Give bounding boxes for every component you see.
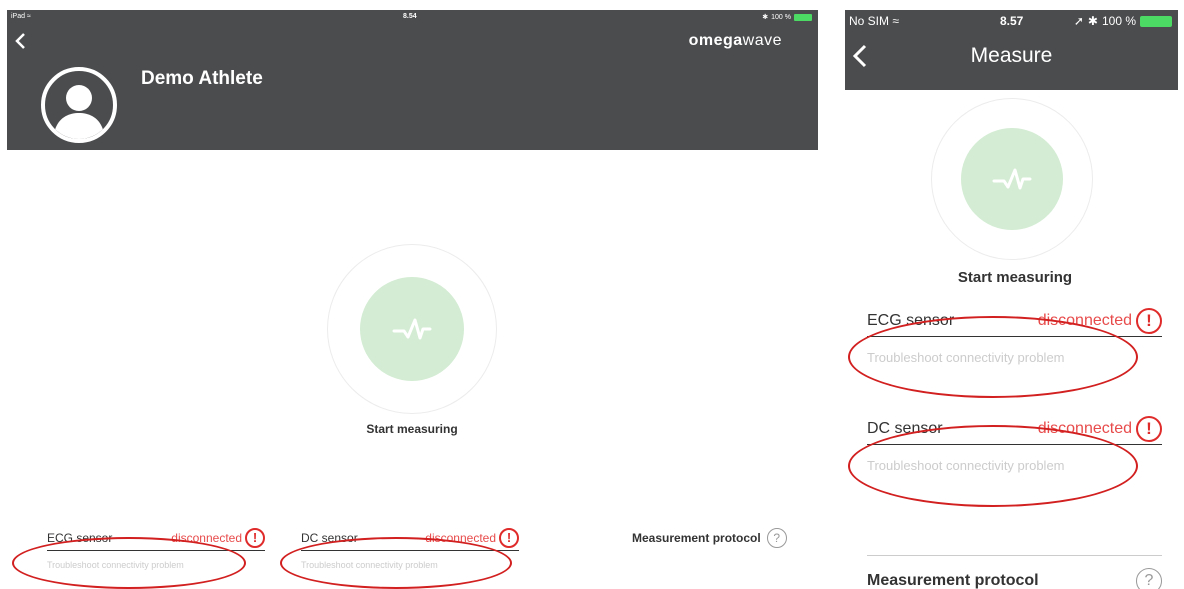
battery-icon (794, 13, 812, 21)
ecg-sensor-row[interactable]: ECG sensor disconnected ! (867, 305, 1162, 337)
ipad-header: iPad ≈ 8.54 ✱ 100 % omegawave Demo Athle… (7, 10, 818, 150)
sensor-status: disconnected ! (1038, 415, 1162, 442)
dc-sensor-block: DC sensor disconnected ! Troubleshoot co… (867, 413, 1162, 473)
bluetooth-icon: ✱ (762, 14, 769, 21)
ecg-sensor-block: ECG sensor disconnected ! Troubleshoot c… (867, 305, 1162, 365)
start-measuring-label[interactable]: Start measuring (845, 269, 1178, 286)
sensor-label: DC sensor (867, 419, 943, 437)
ipad-screen: iPad ≈ 8.54 ✱ 100 % omegawave Demo Athle… (7, 10, 818, 589)
sensor-status: disconnected ! (425, 527, 519, 548)
status-right: ✱ 100 % (762, 13, 812, 21)
start-measuring-label[interactable]: Start measuring (312, 422, 512, 436)
help-icon[interactable]: ? (766, 528, 787, 548)
troubleshoot-link[interactable]: Troubleshoot connectivity problem (47, 560, 265, 570)
troubleshoot-link[interactable]: Troubleshoot connectivity problem (867, 458, 1162, 473)
sensor-label: DC sensor (301, 530, 358, 545)
protocol-label: Measurement protocol (632, 531, 761, 545)
protocol-label: Measurement protocol (867, 572, 1039, 589)
warning-icon: ! (1136, 415, 1162, 442)
heartbeat-icon (992, 168, 1032, 190)
status-device-label: iPad ≈ (11, 13, 31, 20)
dc-sensor-block: DC sensor disconnected ! Troubleshoot co… (301, 525, 519, 570)
status-right: ➚ ✱ 100 % (1074, 14, 1172, 28)
sensor-status: disconnected ! (1038, 307, 1162, 334)
ecg-sensor-row[interactable]: ECG sensor disconnected ! (47, 525, 265, 551)
phone-screen: No SIM ≈ 8.57 ➚ ✱ 100 % Measure Start me… (845, 10, 1178, 589)
phone-header: No SIM ≈ 8.57 ➚ ✱ 100 % Measure (845, 10, 1178, 90)
dc-sensor-row[interactable]: DC sensor disconnected ! (867, 413, 1162, 445)
wifi-icon: ≈ (892, 14, 899, 28)
dc-sensor-row[interactable]: DC sensor disconnected ! (301, 525, 519, 551)
page-title: Measure (970, 44, 1053, 67)
help-icon[interactable]: ? (1136, 568, 1162, 589)
warning-icon: ! (245, 527, 265, 548)
troubleshoot-link[interactable]: Troubleshoot connectivity problem (301, 560, 519, 570)
start-measuring-button[interactable] (961, 128, 1063, 230)
measurement-protocol-row[interactable]: Measurement protocol ? (867, 555, 1162, 589)
wifi-icon: ≈ (26, 13, 31, 20)
status-carrier: No SIM ≈ (849, 14, 899, 28)
heartbeat-icon (392, 318, 432, 340)
start-measuring-button[interactable] (360, 277, 464, 381)
measurement-protocol-row[interactable]: Measurement protocol ? (632, 528, 787, 548)
troubleshoot-link[interactable]: Troubleshoot connectivity problem (867, 350, 1162, 365)
user-silhouette-icon (53, 85, 105, 139)
avatar[interactable] (41, 67, 117, 143)
status-time: 8.57 (1000, 14, 1024, 28)
athlete-name: Demo Athlete (141, 68, 263, 89)
back-chevron-icon[interactable] (13, 32, 29, 50)
warning-icon: ! (499, 527, 519, 548)
ecg-sensor-block: ECG sensor disconnected ! Troubleshoot c… (47, 525, 265, 570)
battery-percent: 100 % (1101, 14, 1136, 28)
battery-icon (1140, 15, 1172, 27)
location-arrow-icon: ➚ (1073, 14, 1084, 28)
screenshot-composite: iPad ≈ 8.54 ✱ 100 % omegawave Demo Athle… (0, 0, 1184, 589)
sensor-label: ECG sensor (867, 311, 955, 329)
battery-percent: 100 % (771, 13, 791, 21)
warning-icon: ! (1136, 307, 1162, 334)
status-time: 8.54 (403, 13, 417, 20)
sensor-label: ECG sensor (47, 530, 113, 545)
omegawave-logo: omegawave (688, 32, 782, 49)
sensor-status: disconnected ! (171, 527, 265, 548)
bluetooth-icon: ✱ (1087, 14, 1098, 28)
